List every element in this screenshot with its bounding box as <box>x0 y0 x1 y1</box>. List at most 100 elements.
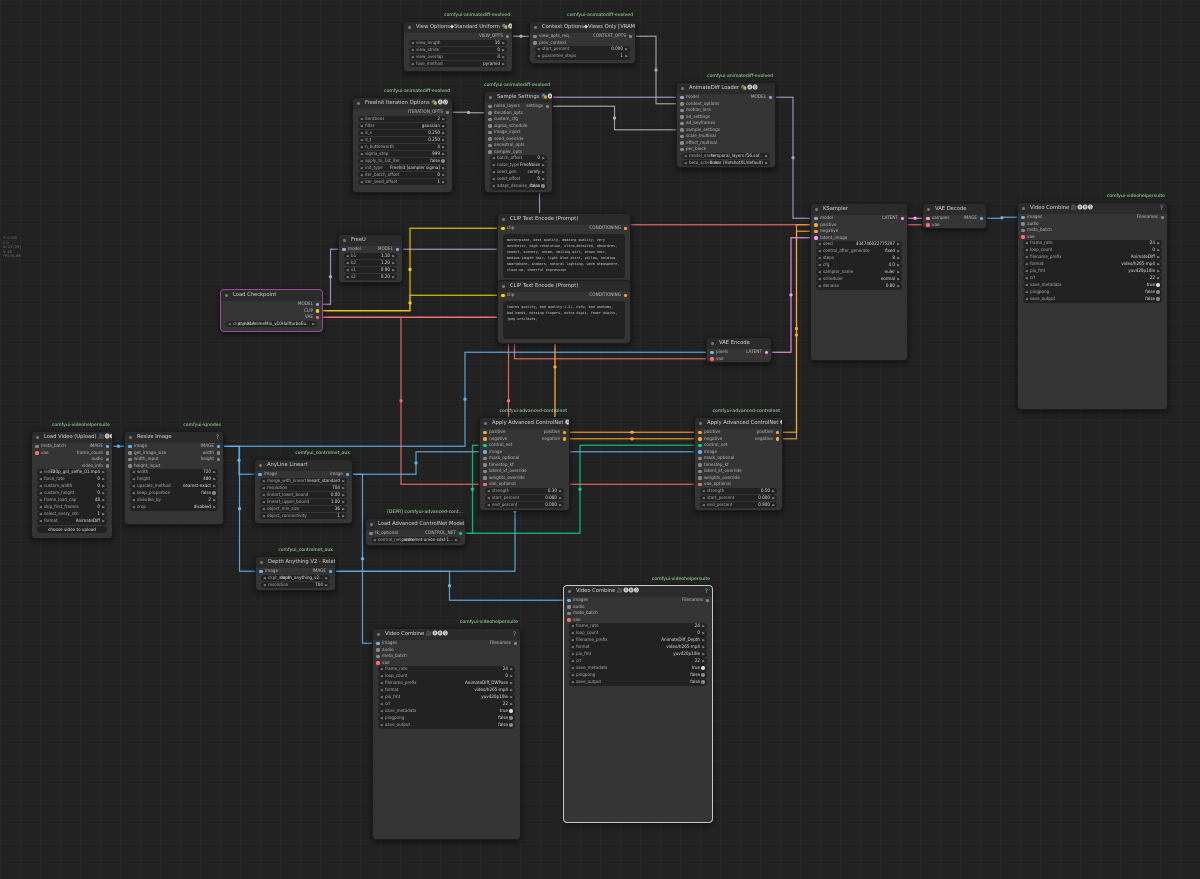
decrement-arrow-icon[interactable]: ◀ <box>818 276 821 283</box>
widget-strength[interactable]: ◀ strength 0.50 ▶ <box>700 487 777 494</box>
node-title-bar[interactable]: Video Combine 🎥🅥🅗🅢? <box>564 586 712 597</box>
increment-arrow-icon[interactable]: ▶ <box>897 248 900 255</box>
input-slot-meta-batch[interactable] <box>35 444 39 448</box>
decrement-arrow-icon[interactable]: ◀ <box>132 490 135 497</box>
collapse-dot-icon[interactable] <box>343 239 346 242</box>
increment-arrow-icon[interactable]: ▶ <box>772 502 775 509</box>
node-load-video-upload[interactable]: comfyui-videohelpersuite Load Video (Uplo… <box>31 423 113 539</box>
input-slot-meta-batch[interactable] <box>567 611 571 615</box>
increment-arrow-icon[interactable]: ▶ <box>213 504 216 511</box>
output-slot-image[interactable] <box>345 472 349 476</box>
widget-loop-count[interactable]: ◀ loop_count 0 ▶ <box>569 630 707 637</box>
input-slot-positive[interactable] <box>698 430 702 434</box>
increment-arrow-icon[interactable]: ▶ <box>342 499 345 506</box>
decrement-arrow-icon[interactable]: ◀ <box>360 179 363 186</box>
increment-arrow-icon[interactable]: ▶ <box>502 47 505 54</box>
input-slot-ad-settings[interactable] <box>680 115 684 119</box>
decrement-arrow-icon[interactable]: ◀ <box>360 172 363 179</box>
input-slot-seed-override[interactable] <box>488 137 492 141</box>
collapse-dot-icon[interactable] <box>927 208 930 211</box>
input-slot-vae[interactable] <box>376 661 380 665</box>
collapse-dot-icon[interactable] <box>502 218 505 221</box>
increment-arrow-icon[interactable]: ▶ <box>325 582 328 589</box>
input-slot-images[interactable] <box>567 598 571 602</box>
input-slot-vae[interactable] <box>710 357 714 361</box>
node-title-bar[interactable]: CLIP Text Encode (Prompt) <box>498 214 630 225</box>
widget-crf[interactable]: ◀ crf 22 ▶ <box>378 701 515 708</box>
decrement-arrow-icon[interactable]: ◀ <box>346 260 349 267</box>
input-slot-weights-override[interactable] <box>483 476 487 480</box>
node-title-bar[interactable]: Load Advanced ControlNet Model 🅐🅒🅝 <box>366 519 465 530</box>
decrement-arrow-icon[interactable]: ◀ <box>818 248 821 255</box>
increment-arrow-icon[interactable]: ▶ <box>897 255 900 262</box>
decrement-arrow-icon[interactable]: ◀ <box>39 511 42 518</box>
output-slot-model[interactable] <box>315 302 319 306</box>
decrement-arrow-icon[interactable]: ◀ <box>492 169 495 176</box>
input-slot-audio[interactable] <box>567 605 571 609</box>
increment-arrow-icon[interactable]: ▶ <box>502 54 505 61</box>
widget-sampler-name[interactable]: ◀ sampler_name euler ▶ <box>816 269 902 276</box>
collapse-dot-icon[interactable] <box>260 561 263 564</box>
increment-arrow-icon[interactable]: ▶ <box>510 701 513 708</box>
node-freeinit-iteration-options[interactable]: comfyui-animatediff-evolved FreeInit Iter… <box>352 89 453 193</box>
node-title-bar[interactable]: Resize Image? <box>125 432 223 443</box>
input-slot-positive[interactable] <box>483 430 487 434</box>
decrement-arrow-icon[interactable]: ◀ <box>487 495 490 502</box>
increment-arrow-icon[interactable]: ▶ <box>897 283 900 290</box>
decrement-arrow-icon[interactable]: ◀ <box>818 241 821 248</box>
widget-frame-rate[interactable]: ◀ frame_rate 24 ▶ <box>378 666 515 673</box>
increment-arrow-icon[interactable]: ▶ <box>392 260 395 267</box>
decrement-arrow-icon[interactable]: ◀ <box>380 680 383 687</box>
decrement-arrow-icon[interactable]: ◀ <box>571 623 574 630</box>
decrement-arrow-icon[interactable]: ◀ <box>1025 268 1028 275</box>
increment-arrow-icon[interactable]: ▶ <box>442 144 445 151</box>
node-title-bar[interactable]: Depth Anything V2 - Relative <box>256 557 335 568</box>
node-title-bar[interactable]: Sample Settings 🎭🅐🅓 <box>485 92 552 103</box>
widget-loop-count[interactable]: ◀ loop_count 0 ▶ <box>378 673 515 680</box>
toggle-switch-icon[interactable] <box>701 666 705 671</box>
widget-adapt-denoise-steps[interactable]: ◀ adapt_denoise_steps false <box>490 183 547 190</box>
output-slot-conditioning[interactable] <box>623 226 627 230</box>
increment-arrow-icon[interactable]: ▶ <box>897 269 900 276</box>
increment-arrow-icon[interactable]: ▶ <box>559 495 562 502</box>
widget-format[interactable]: ◀ format video/h265-mp4 ▶ <box>569 644 707 651</box>
widget-ckpt-name[interactable]: ◀ ckpt_name depth_anything_v2... ▶ <box>261 574 330 582</box>
input-slot-noise-layers[interactable] <box>488 104 492 108</box>
input-slot-tk-optional[interactable] <box>369 531 373 535</box>
decrement-arrow-icon[interactable]: ◀ <box>492 155 495 162</box>
decrement-arrow-icon[interactable]: ◀ <box>263 582 266 589</box>
output-slot-positive[interactable] <box>562 430 566 434</box>
input-slot-mask-optional[interactable] <box>483 456 487 460</box>
increment-arrow-icon[interactable]: ▶ <box>559 502 562 509</box>
widget-resolution[interactable]: ◀ resolution 704 ▶ <box>261 581 330 589</box>
increment-arrow-icon[interactable]: ▶ <box>392 267 395 274</box>
widget-n-butterworth[interactable]: ◀ n_butterworth 4 ▶ <box>358 143 447 151</box>
decrement-arrow-icon[interactable]: ◀ <box>380 694 383 701</box>
decrement-arrow-icon[interactable]: ◀ <box>571 651 574 658</box>
output-slot-model[interactable] <box>768 95 772 99</box>
increment-arrow-icon[interactable]: ▶ <box>213 497 216 504</box>
widget-pingpong[interactable]: ◀ pingpong false <box>1023 289 1162 296</box>
decrement-arrow-icon[interactable]: ◀ <box>537 53 540 60</box>
increment-arrow-icon[interactable]: ▶ <box>702 623 705 630</box>
decrement-arrow-icon[interactable]: ◀ <box>1025 282 1028 289</box>
increment-arrow-icon[interactable]: ▶ <box>342 485 345 492</box>
input-slot-meta-batch[interactable] <box>1021 228 1025 232</box>
input-slot-sampler-opts[interactable] <box>488 150 492 154</box>
increment-arrow-icon[interactable]: ▶ <box>1157 240 1160 247</box>
widget-frame-rate[interactable]: ◀ frame_rate 24 ▶ <box>569 623 707 630</box>
node-anyline-lineart[interactable]: comfyui_controlnet_aux AnyLine Lineart ima… <box>254 451 353 524</box>
widget-iterations[interactable]: ◀ iterations 2 ▶ <box>358 115 447 122</box>
node-apply-advanced-controlnet-2[interactable]: comfyui-advanced-controlnet Apply Advance… <box>694 409 783 511</box>
collapse-dot-icon[interactable] <box>377 633 380 636</box>
input-slot-timestep-kf[interactable] <box>698 463 702 467</box>
input-slot-context-options[interactable] <box>680 102 684 106</box>
increment-arrow-icon[interactable]: ▶ <box>392 253 395 260</box>
widget-cfg[interactable]: ◀ cfg 4.0 ▶ <box>816 262 902 269</box>
widget-filename-prefix[interactable]: ◀ filename_prefix AnimateDiff ▶ <box>1023 254 1162 261</box>
increment-arrow-icon[interactable]: ▶ <box>325 575 328 582</box>
widget-end-percent[interactable]: ◀ end_percent 0.000 ▶ <box>485 501 564 509</box>
widget-skip-first-frames[interactable]: ◀ skip_first_frames 0 ▶ <box>37 504 107 511</box>
increment-arrow-icon[interactable]: ▶ <box>542 169 545 176</box>
output-slot-filenames[interactable] <box>513 641 517 645</box>
